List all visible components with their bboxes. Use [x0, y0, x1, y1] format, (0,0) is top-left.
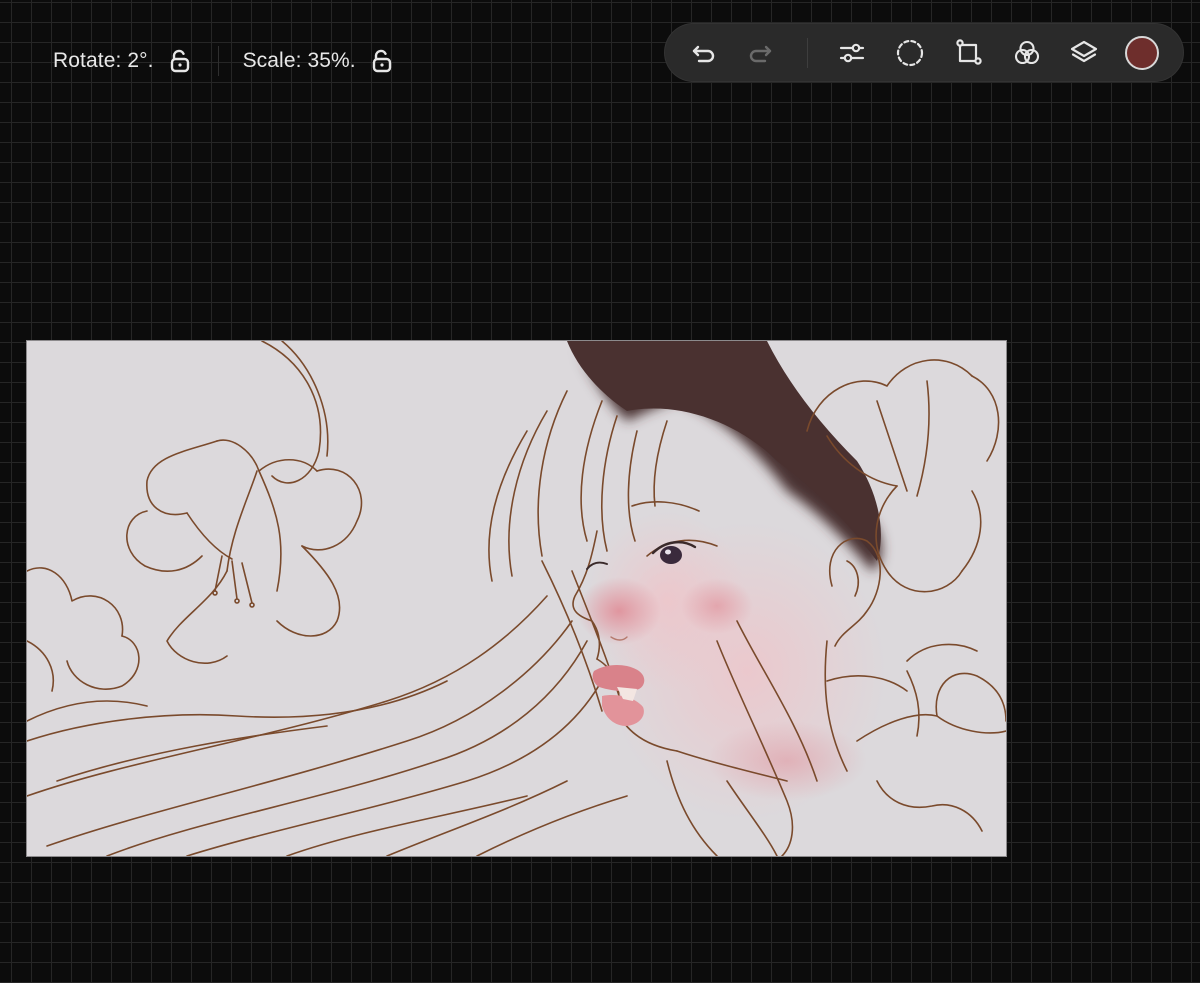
transform-button[interactable]: [951, 36, 985, 70]
transform-readout: Rotate: 2°. Scale: 35%.: [53, 44, 396, 78]
adjustments-icon: [839, 43, 865, 63]
blend-modes-button[interactable]: [1010, 36, 1044, 70]
color-picker-button[interactable]: [1125, 36, 1159, 70]
scale-lock-icon[interactable]: [368, 47, 396, 75]
readout-divider: [217, 46, 219, 76]
selection-icon: [896, 39, 924, 67]
scale-label: Scale: 35%.: [242, 49, 356, 72]
redo-icon: [749, 45, 772, 63]
layers-button[interactable]: [1067, 36, 1101, 70]
toolbar-divider: [807, 38, 808, 68]
rotate-readout: Rotate: 2°.: [53, 47, 194, 75]
redo-button[interactable]: [743, 36, 777, 70]
drawing-canvas[interactable]: [26, 340, 1007, 857]
top-toolbar: [665, 24, 1183, 81]
rotate-label: Rotate: 2°.: [53, 49, 154, 72]
adjustments-button[interactable]: [835, 36, 869, 70]
selection-button[interactable]: [893, 36, 927, 70]
undo-icon: [692, 45, 715, 63]
rotate-lock-icon[interactable]: [166, 47, 194, 75]
artwork-illustration: [27, 341, 1006, 856]
layers-icon: [1070, 40, 1098, 63]
scale-readout: Scale: 35%.: [243, 47, 396, 75]
transform-icon: [956, 39, 982, 65]
blend-icon: [1014, 40, 1040, 65]
undo-button[interactable]: [687, 36, 721, 70]
